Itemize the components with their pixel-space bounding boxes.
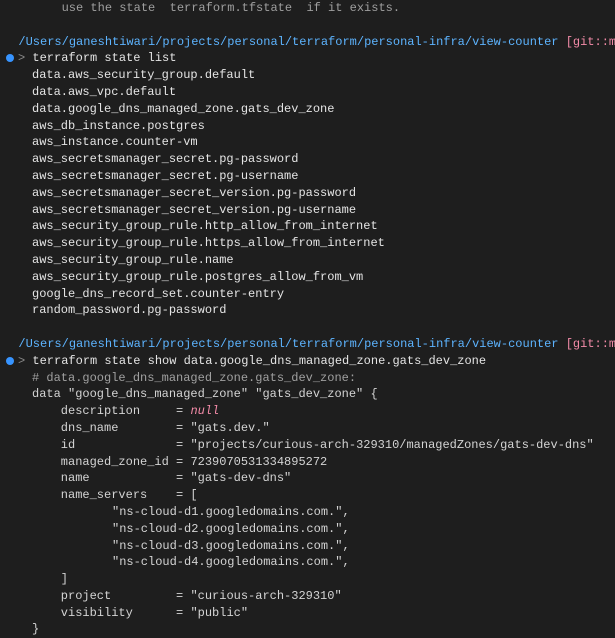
prompt-2: > terraform state show data.google_dns_m… [4, 353, 611, 370]
attr-project: project = "curious-arch-329310" [32, 588, 611, 605]
state-list-item: random_password.pg-password [4, 302, 611, 319]
prompt-path-1: /Users/ganeshtiwari/projects/personal/te… [4, 34, 611, 51]
prompt-1: > terraform state list [4, 50, 611, 67]
cwd-path-2: /Users/ganeshtiwari/projects/personal/te… [18, 337, 558, 351]
terminal-output[interactable]: use the state terraform.tfstate if it ex… [0, 0, 615, 638]
cwd-path: /Users/ganeshtiwari/projects/personal/te… [18, 35, 558, 49]
name-server-item: "ns-cloud-d2.googledomains.com.", [32, 521, 611, 538]
blank-line-2 [4, 319, 611, 336]
state-list-item: aws_secretsmanager_secret_version.pg-use… [4, 202, 611, 219]
state-list-item: aws_security_group_rule.https_allow_from… [4, 235, 611, 252]
state-list-item: data.aws_security_group.default [4, 67, 611, 84]
state-list-item: aws_instance.counter-vm [4, 134, 611, 151]
prompt-symbol: > [18, 51, 32, 65]
blank-indent [4, 337, 18, 351]
prompt-path-2: /Users/ganeshtiwari/projects/personal/te… [4, 336, 611, 353]
attr-description: description = null [32, 403, 611, 420]
attr-name: name = "gats-dev-dns" [32, 470, 611, 487]
status-bullet-icon [6, 54, 14, 62]
state-list-item: aws_security_group_rule.http_allow_from_… [4, 218, 611, 235]
state-list-item: data.aws_vpc.default [4, 84, 611, 101]
state-list-item: aws_db_instance.postgres [4, 118, 611, 135]
attr-managed-zone-id: managed_zone_id = 7239070531334895272 [32, 454, 611, 471]
attr-name-servers-open: name_servers = [ [32, 487, 611, 504]
name-server-item: "ns-cloud-d4.googledomains.com.", [32, 554, 611, 571]
attribute-block: description = null dns_name = "gats.dev.… [4, 403, 611, 621]
state-list-item: aws_security_group_rule.postgres_allow_f… [4, 269, 611, 286]
state-list-item: data.google_dns_managed_zone.gats_dev_zo… [4, 101, 611, 118]
hint-line: use the state terraform.tfstate if it ex… [4, 0, 611, 17]
command-1: terraform state list [32, 51, 176, 65]
attr-visibility: visibility = "public" [32, 605, 611, 622]
attr-id: id = "projects/curious-arch-329310/manag… [32, 437, 611, 454]
blank-indent [4, 35, 18, 49]
command-2: terraform state show data.google_dns_man… [32, 354, 486, 368]
state-list-output: data.aws_security_group.defaultdata.aws_… [4, 67, 611, 319]
status-bullet-icon [6, 357, 14, 365]
state-list-item: aws_secretsmanager_secret_version.pg-pas… [4, 185, 611, 202]
name-server-item: "ns-cloud-d3.googledomains.com.", [32, 538, 611, 555]
prompt-symbol: > [18, 354, 32, 368]
git-branch-label: [git::ma [566, 35, 615, 49]
name-server-item: "ns-cloud-d1.googledomains.com.", [32, 504, 611, 521]
state-list-item: google_dns_record_set.counter-entry [4, 286, 611, 303]
git-branch-label-2: [git::ma [566, 337, 615, 351]
blank-line [4, 17, 611, 34]
name-servers-list: "ns-cloud-d1.googledomains.com.","ns-clo… [32, 504, 611, 571]
state-list-item: aws_secretsmanager_secret.pg-password [4, 151, 611, 168]
closing-brace: } [4, 622, 39, 636]
state-list-item: aws_secretsmanager_secret.pg-username [4, 168, 611, 185]
resource-comment: # data.google_dns_managed_zone.gats_dev_… [4, 370, 611, 387]
data-declaration: data "google_dns_managed_zone" "gats_dev… [4, 387, 378, 401]
attr-name-servers-close: ] [32, 571, 611, 588]
state-list-item: aws_security_group_rule.name [4, 252, 611, 269]
attr-dns-name: dns_name = "gats.dev." [32, 420, 611, 437]
